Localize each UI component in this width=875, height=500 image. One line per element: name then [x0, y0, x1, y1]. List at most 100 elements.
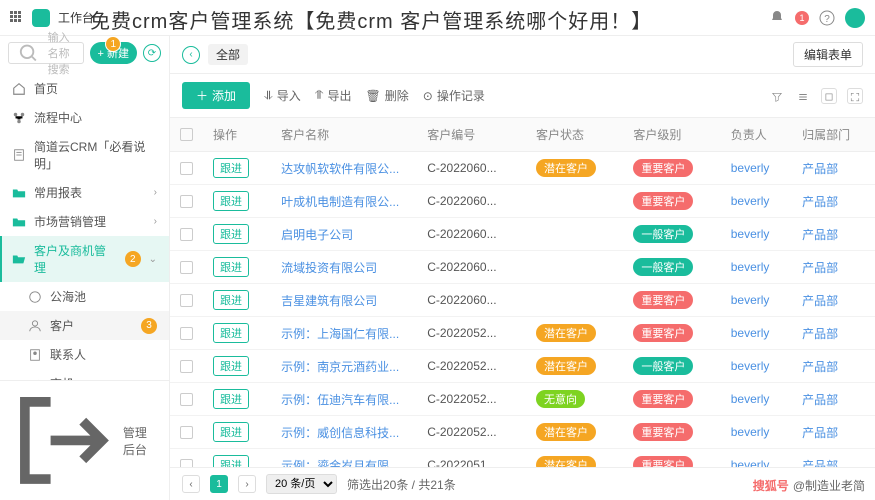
- row-checkbox[interactable]: [180, 426, 193, 439]
- customer-name[interactable]: 叶成机电制造有限公...: [271, 185, 417, 218]
- customer-name[interactable]: 流域投资有限公司: [271, 251, 417, 284]
- customer-code: C-2022060...: [417, 218, 526, 251]
- follow-button[interactable]: 跟进: [213, 422, 249, 442]
- level-badge: 重要客户: [633, 423, 693, 441]
- adjust-icon[interactable]: [795, 88, 811, 104]
- dept-link[interactable]: 产品部: [792, 317, 875, 350]
- page-1[interactable]: 1: [210, 475, 228, 493]
- dept-link[interactable]: 产品部: [792, 350, 875, 383]
- chevron-icon: ›: [154, 216, 157, 227]
- owner-link[interactable]: beverly: [721, 185, 792, 218]
- dept-link[interactable]: 产品部: [792, 416, 875, 449]
- nav-label: 流程中心: [34, 109, 82, 126]
- user-icon: [28, 319, 42, 333]
- import-button[interactable]: ⥥ 导入: [264, 87, 301, 104]
- filter-icon[interactable]: [769, 88, 785, 104]
- owner-link[interactable]: beverly: [721, 350, 792, 383]
- status-badge: 潜在客户: [536, 357, 596, 375]
- notification-icon[interactable]: [769, 10, 785, 26]
- owner-link[interactable]: beverly: [721, 152, 792, 185]
- follow-button[interactable]: 跟进: [213, 158, 249, 178]
- owner-link[interactable]: beverly: [721, 284, 792, 317]
- customer-name[interactable]: 示例：南京元酒药业...: [271, 350, 417, 383]
- refresh-icon[interactable]: ⟳: [143, 44, 161, 62]
- sidebar-item-公海池[interactable]: 公海池: [0, 282, 169, 311]
- customer-name[interactable]: 示例：鎏金岁月有限...: [271, 449, 417, 468]
- tab-all[interactable]: 全部: [208, 44, 248, 65]
- owner-link[interactable]: beverly: [721, 449, 792, 468]
- page-size-select[interactable]: 20 条/页: [266, 474, 337, 494]
- column-header[interactable]: 归属部门: [792, 118, 875, 152]
- customer-name[interactable]: 示例：威创信息科技...: [271, 416, 417, 449]
- sidebar-item-常用报表[interactable]: 常用报表›: [0, 178, 169, 207]
- edit-form-button[interactable]: 编辑表单: [793, 42, 863, 67]
- search-input[interactable]: 输入名称搜索: [8, 42, 84, 64]
- export-button[interactable]: ⥣ 导出: [315, 87, 352, 104]
- row-checkbox[interactable]: [180, 195, 193, 208]
- row-checkbox[interactable]: [180, 327, 193, 340]
- dept-link[interactable]: 产品部: [792, 152, 875, 185]
- apps-grid-icon[interactable]: [10, 11, 24, 25]
- dept-link[interactable]: 产品部: [792, 251, 875, 284]
- customer-code: C-2022060...: [417, 251, 526, 284]
- workspace-label[interactable]: 工作台: [58, 9, 94, 26]
- column-header[interactable]: 操作: [203, 118, 271, 152]
- admin-link[interactable]: 管理后台: [0, 380, 169, 500]
- row-checkbox[interactable]: [180, 459, 193, 468]
- column-header[interactable]: 负责人: [721, 118, 792, 152]
- customer-name[interactable]: 示例：上海国仁有限...: [271, 317, 417, 350]
- select-all-checkbox[interactable]: [180, 128, 193, 141]
- customer-name[interactable]: 示例：伍迪汽车有限...: [271, 383, 417, 416]
- owner-link[interactable]: beverly: [721, 383, 792, 416]
- column-header[interactable]: 客户编号: [417, 118, 526, 152]
- row-checkbox[interactable]: [180, 360, 193, 373]
- follow-button[interactable]: 跟进: [213, 191, 249, 211]
- user-avatar[interactable]: [845, 8, 865, 28]
- share-icon[interactable]: [821, 88, 837, 104]
- sidebar-item-市场营销管理[interactable]: 市场营销管理›: [0, 207, 169, 236]
- dept-link[interactable]: 产品部: [792, 284, 875, 317]
- delete-button[interactable]: 🗑 删除: [366, 87, 409, 104]
- owner-link[interactable]: beverly: [721, 218, 792, 251]
- dept-link[interactable]: 产品部: [792, 449, 875, 468]
- dept-link[interactable]: 产品部: [792, 218, 875, 251]
- follow-button[interactable]: 跟进: [213, 455, 249, 467]
- row-checkbox[interactable]: [180, 294, 193, 307]
- follow-button[interactable]: 跟进: [213, 323, 249, 343]
- row-checkbox[interactable]: [180, 393, 193, 406]
- customer-name[interactable]: 启明电子公司: [271, 218, 417, 251]
- customer-name[interactable]: 达攻帆软软件有限公...: [271, 152, 417, 185]
- new-button[interactable]: + 新建 1: [90, 42, 137, 64]
- add-button[interactable]: ＋添加: [182, 82, 250, 109]
- sidebar-item-首页[interactable]: 首页: [0, 74, 169, 103]
- next-page[interactable]: ›: [238, 475, 256, 493]
- dept-link[interactable]: 产品部: [792, 185, 875, 218]
- owner-link[interactable]: beverly: [721, 251, 792, 284]
- sidebar-item-流程中心[interactable]: 流程中心: [0, 103, 169, 132]
- sidebar-item-客户及商机管理[interactable]: 客户及商机管理2⌄: [0, 236, 169, 282]
- follow-button[interactable]: 跟进: [213, 356, 249, 376]
- follow-button[interactable]: 跟进: [213, 224, 249, 244]
- sidebar-item-联系人[interactable]: 联系人: [0, 340, 169, 369]
- row-checkbox[interactable]: [180, 228, 193, 241]
- fullscreen-icon[interactable]: [847, 88, 863, 104]
- sidebar-item-简道云CRM「必看说明」[interactable]: 简道云CRM「必看说明」: [0, 132, 169, 178]
- help-icon[interactable]: ?: [819, 10, 835, 26]
- prev-page[interactable]: ‹: [182, 475, 200, 493]
- log-button[interactable]: ⊙ 操作记录: [423, 87, 485, 104]
- dept-link[interactable]: 产品部: [792, 383, 875, 416]
- customer-name[interactable]: 吉星建筑有限公司: [271, 284, 417, 317]
- column-header[interactable]: 客户级别: [623, 118, 720, 152]
- owner-link[interactable]: beverly: [721, 416, 792, 449]
- row-checkbox[interactable]: [180, 162, 193, 175]
- back-icon[interactable]: ‹: [182, 46, 200, 64]
- sidebar-item-客户[interactable]: 客户3: [0, 311, 169, 340]
- sidebar-item-商机[interactable]: 商机: [0, 369, 169, 380]
- owner-link[interactable]: beverly: [721, 317, 792, 350]
- column-header[interactable]: 客户状态: [526, 118, 623, 152]
- follow-button[interactable]: 跟进: [213, 290, 249, 310]
- follow-button[interactable]: 跟进: [213, 257, 249, 277]
- row-checkbox[interactable]: [180, 261, 193, 274]
- follow-button[interactable]: 跟进: [213, 389, 249, 409]
- column-header[interactable]: 客户名称: [271, 118, 417, 152]
